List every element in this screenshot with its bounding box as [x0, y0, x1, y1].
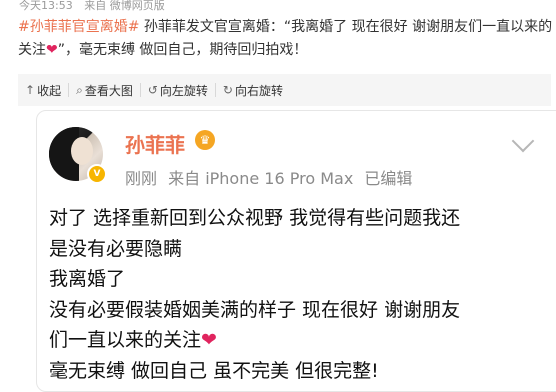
post-time: 今天13:53 [19, 0, 73, 12]
username[interactable]: 孙菲菲 [125, 129, 185, 158]
rotate-right-button[interactable]: ↻ 向右旋转 [216, 74, 290, 106]
view-large-label: 查看大图 [84, 83, 133, 98]
card-time: 刚刚 [125, 169, 158, 188]
body-line-text: 们一直以来的关注 [49, 329, 202, 351]
edited-label: 已编辑 [364, 169, 413, 188]
body-line: 对了 选择重新回到公众视野 我觉得有些问题我还 [49, 207, 461, 229]
body-line: 毫无束缚 做回自己 虽不完美 但很完整! [49, 359, 379, 382]
card-meta: 刚刚 来自 iPhone 16 Pro Max 已编辑 [125, 165, 418, 189]
post-text: #孙菲菲官宣离婚# 孙菲菲发文官宣离婚：“我离婚了 现在很好 谢谢朋友们一直以来… [18, 16, 554, 62]
chevron-down-icon[interactable] [511, 129, 535, 153]
collapse-button[interactable]: ↑ 收起 [18, 74, 68, 106]
heart-emoji: ❤ [201, 329, 217, 351]
view-large-button[interactable]: ⌕ 查看大图 [69, 74, 140, 106]
rotate-left-label: 向左旋转 [159, 83, 208, 98]
rotate-right-icon: ↻ [222, 83, 233, 97]
body-line: 是没有必要隐瞒 [49, 237, 183, 260]
up-arrow-icon: ↑ [25, 83, 36, 97]
rotate-left-button[interactable]: ↺ 向左旋转 [141, 74, 215, 106]
crown-icon: ♛ [195, 130, 215, 150]
image-toolbar: ↑ 收起 ⌕ 查看大图 ↺ 向左旋转 ↻ 向右旋转 [18, 74, 551, 106]
screenshot-post-card: V 孙菲菲 ♛ 刚刚 来自 iPhone 16 Pro Max 已编辑 对了 选… [36, 110, 556, 392]
heart-emoji: ❤ [46, 42, 58, 58]
zoom-icon: ⌕ [76, 82, 83, 97]
body-line: 没有必要假装婚姻美满的样子 现在很好 谢谢朋友 [49, 298, 461, 321]
rotate-left-icon: ↺ [147, 83, 158, 97]
body-line: 们一直以来的关注❤ [49, 325, 531, 356]
body-line: 我离婚了 [49, 268, 126, 290]
collapse-label: 收起 [37, 83, 62, 98]
post-text-part-2: ”，毫无束缚 做回自己，期待回归拍戏！ [57, 42, 308, 58]
rotate-right-label: 向右旋转 [234, 83, 283, 98]
post-source: 来自 微博网页版 [84, 0, 165, 12]
post-meta-line: 今天13:53 来自 微博网页版 [19, 0, 173, 13]
card-source: 来自 iPhone 16 Pro Max [168, 169, 354, 188]
hashtag-link[interactable]: #孙菲菲官宣离婚# [18, 19, 139, 35]
verified-v-icon: V [87, 164, 107, 184]
card-body-text: 对了 选择重新回到公众视野 我觉得有些问题我还 是没有必要隐瞒 我离婚了 没有必… [49, 203, 531, 386]
